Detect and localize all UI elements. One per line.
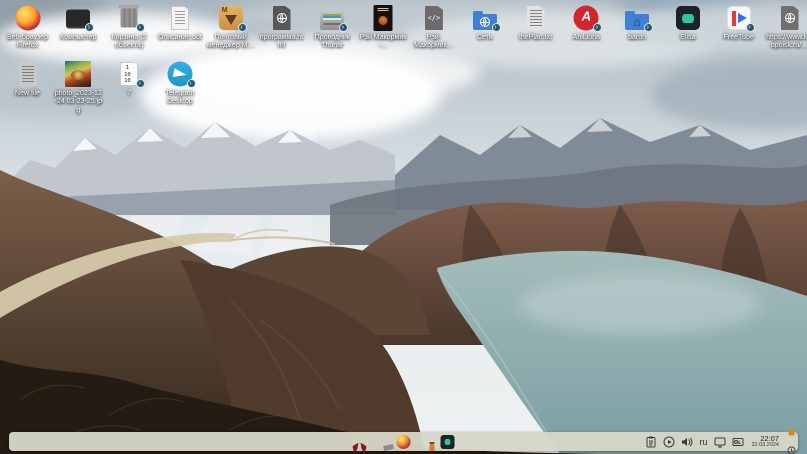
desktop-icon-book-file[interactable]: Рэй Макормик -… (359, 4, 408, 51)
shortcut-badge (187, 79, 196, 88)
desktop-icon-label: FreeTube (714, 34, 763, 42)
taskbar-elisa-task[interactable] (440, 434, 455, 449)
file-cabinet-icon (319, 4, 345, 32)
desktop-icon-photo[interactable]: photo_2023-12-24 03-23-25.jpg (54, 60, 103, 115)
desktop-icon-fb2-file[interactable]: Рэй-Макормик… (409, 4, 458, 51)
desktop-icon-label: Описание.odt (155, 34, 204, 42)
document-icon (167, 4, 193, 32)
media-play-icon[interactable] (662, 435, 675, 448)
desktop-icon-text-file[interactable]: thePlan.txt (511, 4, 560, 42)
desktop-icon-html-file[interactable]: программа.html (257, 4, 306, 51)
taskbar: ru 22:07 22.03.2024 (9, 432, 798, 451)
clock-date: 22.03.2024 (751, 443, 779, 449)
desktop-icon-telegram[interactable]: Telegram Desktop (155, 60, 204, 107)
shortcut-badge (136, 79, 145, 88)
taskbar-image-window[interactable] (374, 434, 389, 449)
elisa-icon (441, 435, 455, 449)
desktop-icon-label: Компьютер (54, 34, 103, 42)
firefox-icon (397, 435, 411, 449)
elisa-icon (675, 4, 701, 32)
clock-time: 22:07 (760, 435, 779, 443)
tray-left (644, 435, 693, 448)
desktop-icon-label: baron (613, 34, 662, 42)
desktop-icon-elisa[interactable]: Elisa (663, 4, 712, 42)
anilibria-icon (573, 4, 599, 32)
shortcut-badge (85, 23, 94, 32)
shortcut-badge (339, 23, 348, 32)
keyboard-layout-indicator[interactable]: ru (698, 437, 708, 447)
desktop-icon-mail-manager[interactable]: Почтовый менеджер M… (206, 4, 255, 51)
desktop-icon-freetube[interactable]: FreeTube (714, 4, 763, 42)
shortcut-badge (238, 23, 247, 32)
desktop-icon-anilibria[interactable]: AniLibria (562, 4, 611, 42)
firefox-icon (15, 4, 41, 32)
binary-file-icon (116, 60, 142, 88)
desktop-icon-label: Почтовый менеджер M… (206, 34, 255, 51)
desktop-icon-label: Telegram Desktop (155, 90, 204, 107)
shortcut-badge (746, 23, 755, 32)
desktop-icon-label: Веб-браузер Firefox (3, 34, 52, 51)
desktop-icon-label: thePlan.txt (511, 34, 560, 42)
desktop-icon-thunar[interactable]: Проводник Thunar (308, 4, 357, 51)
desktop-icon-label: Корзина (2 объекта) (105, 34, 154, 51)
timer-icon[interactable] (787, 442, 796, 454)
desktop-icon-label: https://www.kinopoisk.ru/… (765, 34, 807, 51)
book-cover-icon (370, 4, 396, 32)
lock-icon[interactable] (787, 423, 796, 441)
desktop-icon-binary-file[interactable]: 7 (105, 60, 154, 98)
clock[interactable]: 22:07 22.03.2024 (751, 435, 779, 449)
display-icon[interactable] (713, 435, 726, 448)
widget-icon[interactable] (731, 435, 744, 448)
desktop-icon-home-folder[interactable]: baron (613, 4, 662, 42)
html-file-icon (269, 4, 295, 32)
desktop-icon-network[interactable]: Сеть (460, 4, 509, 42)
desktop-icon-label: AniLibria (562, 34, 611, 42)
shortcut-badge (593, 23, 602, 32)
shortcut-badge (136, 23, 145, 32)
taskbar-firefox-task[interactable] (396, 434, 411, 449)
trash-icon (116, 4, 142, 32)
desktop-icon-label: Проводник Thunar (308, 34, 357, 51)
desktop-icon-label: New file (3, 90, 52, 98)
link-file-icon (777, 4, 803, 32)
desktop-icon-label: программа.html (257, 34, 306, 51)
mail-icon (218, 4, 244, 32)
clipboard-icon[interactable] (644, 435, 657, 448)
desktop-icon-computer[interactable]: Компьютер (54, 4, 103, 42)
telegram-icon (167, 60, 193, 88)
computer-icon (65, 4, 91, 32)
system-tray: ru 22:07 22.03.2024 (644, 432, 796, 451)
network-folder-icon (472, 4, 498, 32)
text-file-icon (523, 4, 549, 32)
panel-edge-icons (786, 423, 796, 454)
tray-right (713, 435, 744, 448)
shortcut-badge (644, 23, 653, 32)
desktop-icon-label: Сеть (460, 34, 509, 42)
volume-icon[interactable] (680, 435, 693, 448)
shortcut-badge (492, 23, 501, 32)
desktop-icon-odt-document[interactable]: Описание.odt (155, 4, 204, 42)
desktop-icon-label: Рэй Макормик -… (359, 34, 408, 51)
desktop-icon-label: Рэй-Макормик… (409, 34, 458, 51)
taskbar-app-icons (352, 432, 455, 451)
freetube-icon (726, 4, 752, 32)
desktop-icon-trash[interactable]: Корзина (2 объекта) (105, 4, 154, 51)
desktop-icon-label: photo_2023-12-24 03-23-25.jpg (54, 90, 103, 115)
taskbar-app-launcher[interactable] (352, 434, 367, 449)
desktop-icon-kinopoisk-link[interactable]: https://www.kinopoisk.ru/… (765, 4, 807, 51)
desktop-icon-new-file[interactable]: New file (3, 60, 52, 98)
new-file-icon (15, 60, 41, 88)
desktop-icon-label: 7 (105, 90, 154, 98)
photo-icon (65, 60, 91, 88)
taskbar-display-app[interactable] (418, 434, 433, 449)
desktop-icon-firefox[interactable]: Веб-браузер Firefox (3, 4, 52, 51)
code-file-icon (421, 4, 447, 32)
desktop: Веб-браузер FirefoxКомпьютерКорзина (2 о… (0, 0, 807, 454)
desktop-icon-label: Elisa (663, 34, 712, 42)
home-folder-icon (624, 4, 650, 32)
